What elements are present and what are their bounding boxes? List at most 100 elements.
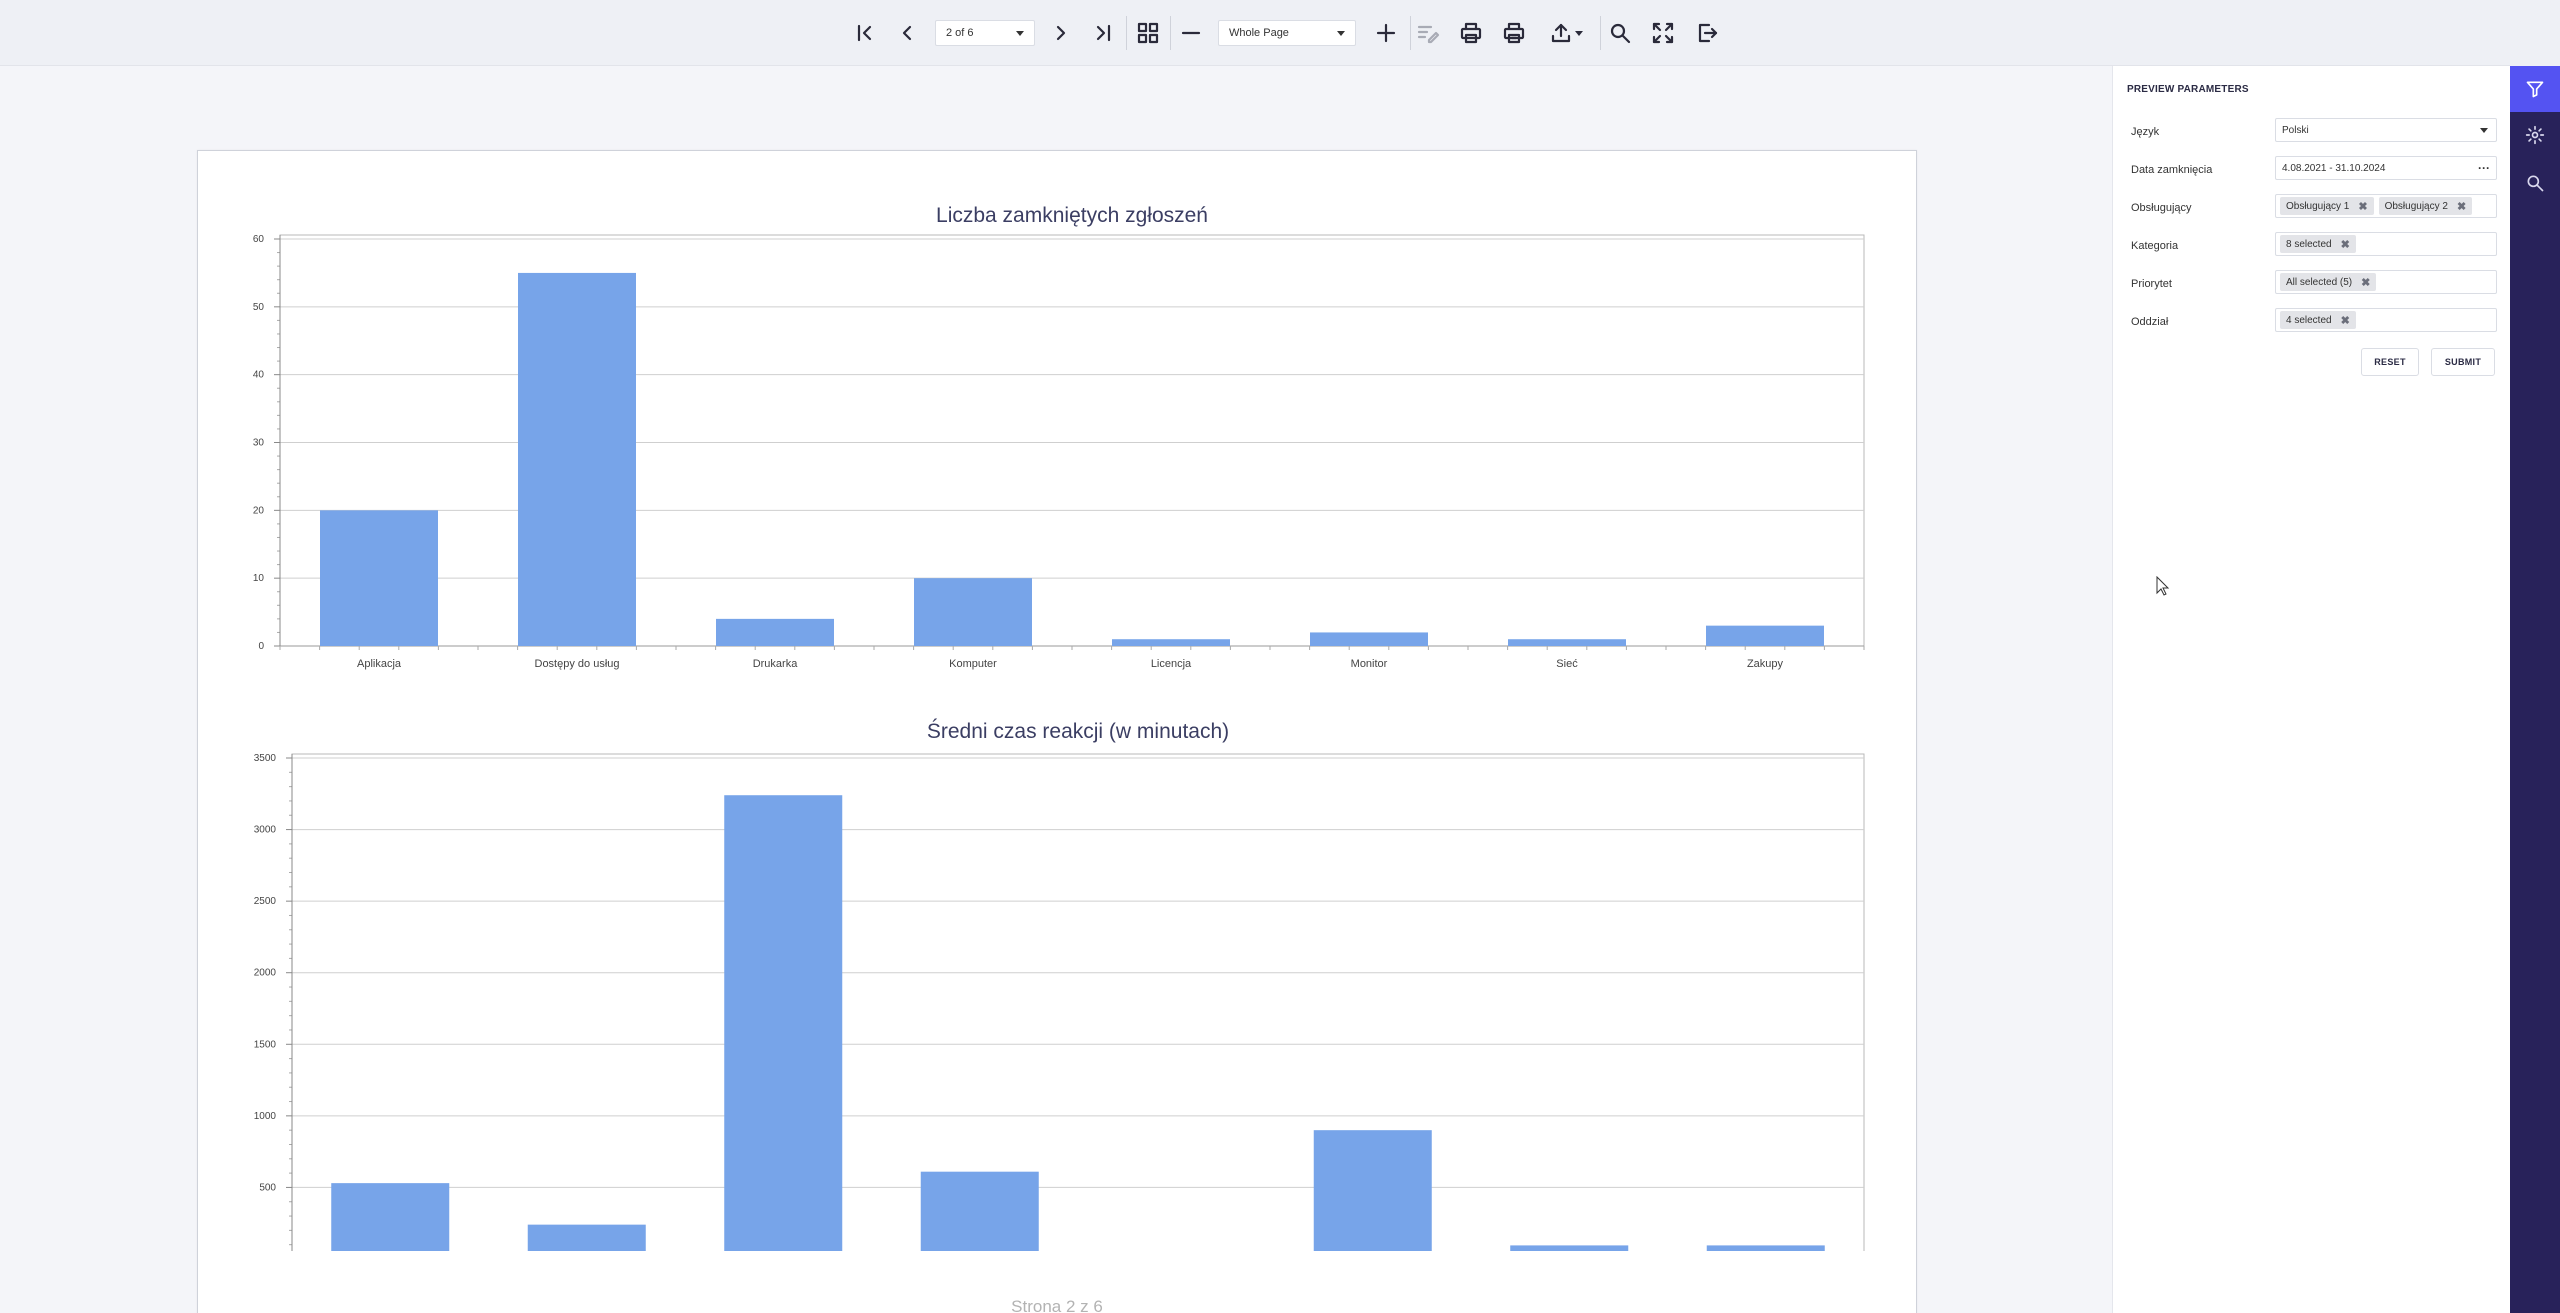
- param-label: Oddział: [2131, 316, 2169, 328]
- remove-tag-icon[interactable]: ✖: [2457, 200, 2466, 213]
- reset-button[interactable]: RESET: [2361, 348, 2419, 376]
- zoom-out-button[interactable]: [1174, 16, 1208, 50]
- first-page-button[interactable]: [848, 16, 882, 50]
- bar: [914, 578, 1032, 646]
- param-language: Język Polski: [2113, 118, 2511, 146]
- previous-page-button[interactable]: [890, 16, 924, 50]
- param-label: Obsługujący: [2131, 202, 2192, 214]
- multipage-button[interactable]: [1131, 16, 1165, 50]
- tag: 8 selected ✖: [2280, 235, 2356, 253]
- chevron-down-icon: [1016, 30, 1024, 36]
- remove-tag-icon[interactable]: ✖: [2361, 276, 2370, 289]
- next-page-button[interactable]: [1044, 16, 1078, 50]
- search-button[interactable]: [1603, 16, 1637, 50]
- fullscreen-icon: [1652, 22, 1674, 44]
- tag-label: 4 selected: [2286, 314, 2332, 326]
- more-icon[interactable]: ···: [2478, 161, 2490, 175]
- y-tick-label: 1500: [254, 1039, 277, 1050]
- side-rail: [2510, 66, 2560, 1313]
- bar: [1310, 632, 1428, 646]
- plus-icon: [1376, 23, 1396, 43]
- bar: [1112, 639, 1230, 646]
- minus-icon: [1181, 31, 1201, 35]
- tag-label: 8 selected: [2286, 238, 2332, 250]
- y-tick-label: 30: [253, 438, 265, 449]
- parameters-tab[interactable]: [2510, 66, 2560, 112]
- plot-frame: [279, 234, 1865, 647]
- viewer-toolbar: 2 of 6 Whole Page: [0, 0, 2510, 66]
- properties-tab[interactable]: [2510, 112, 2560, 158]
- chart-title: Średni czas reakcji (w minutach): [927, 719, 1229, 743]
- y-tick-label: 2500: [254, 896, 277, 907]
- chevron-down-icon: [1575, 31, 1583, 36]
- x-category-label: Licencja: [1151, 658, 1192, 670]
- bar: [920, 1171, 1039, 1251]
- last-page-button[interactable]: [1086, 16, 1120, 50]
- y-tick-label: 10: [253, 573, 265, 584]
- bar: [518, 272, 636, 646]
- bar: [1508, 639, 1626, 646]
- priority-tagbox[interactable]: All selected (5) ✖: [2275, 270, 2497, 294]
- branch-tagbox[interactable]: 4 selected ✖: [2275, 308, 2497, 332]
- editing-fields-button[interactable]: [1411, 16, 1445, 50]
- y-tick-label: 20: [253, 505, 265, 516]
- bar: [1706, 625, 1824, 646]
- printer-icon: [1460, 22, 1482, 44]
- bar: [320, 510, 438, 646]
- closed-tickets-chart: Liczba zamkniętych zgłoszeń 0 10 20 30 40 50 60…: [253, 204, 1865, 670]
- param-close-date: Data zamknięcia 4.08.2021 - 31.10.2024 ·…: [2113, 156, 2511, 184]
- y-tick-label: 3000: [254, 825, 277, 836]
- document-viewport[interactable]: Liczba zamkniętych zgłoszeń 0 10 20 30 40 50 60…: [0, 66, 2112, 1313]
- language-select[interactable]: Polski: [2275, 118, 2497, 142]
- category-tagbox[interactable]: 8 selected ✖: [2275, 232, 2497, 256]
- page-select[interactable]: 2 of 6: [935, 20, 1035, 46]
- x-category-label: Zakupy: [1747, 658, 1784, 670]
- zoom-select-value: Whole Page: [1229, 27, 1289, 39]
- param-branch: Oddział 4 selected ✖: [2113, 308, 2511, 336]
- toolbar-divider: [1170, 16, 1171, 50]
- close-date-field[interactable]: 4.08.2021 - 31.10.2024 ···: [2275, 156, 2497, 180]
- upload-icon: [1551, 23, 1571, 43]
- param-category: Kategoria 8 selected ✖: [2113, 232, 2511, 260]
- remove-tag-icon[interactable]: ✖: [2341, 238, 2350, 251]
- chevron-left-icon: [902, 25, 912, 41]
- search-icon: [2527, 175, 2544, 192]
- remove-tag-icon[interactable]: ✖: [2358, 200, 2367, 213]
- exit-button[interactable]: [1690, 16, 1724, 50]
- fullscreen-button[interactable]: [1646, 16, 1680, 50]
- param-label: Priorytet: [2131, 278, 2172, 290]
- print-button[interactable]: [1454, 16, 1488, 50]
- zoom-select[interactable]: Whole Page: [1218, 20, 1356, 46]
- search-tab[interactable]: [2510, 160, 2560, 206]
- y-tick-label: 40: [253, 370, 265, 381]
- print-page-icon: [1503, 22, 1525, 44]
- x-category-label: Aplikacja: [357, 658, 402, 670]
- tag: Obsługujący 1 ✖: [2280, 197, 2374, 215]
- preview-parameters-panel: PREVIEW PARAMETERS Język Polski Data zam…: [2112, 66, 2510, 1313]
- tag-label: Obsługujący 1: [2286, 200, 2350, 212]
- handlers-tagbox[interactable]: Obsługujący 1 ✖ Obsługujący 2 ✖: [2275, 194, 2497, 218]
- zoom-in-button[interactable]: [1369, 16, 1403, 50]
- tag: 4 selected ✖: [2280, 311, 2356, 329]
- x-category-label: Dostępy do usług: [535, 658, 620, 670]
- filter-icon: [2526, 81, 2544, 98]
- page-footer: Strona 2 z 6: [1011, 1297, 1103, 1313]
- search-icon: [1610, 23, 1631, 44]
- bar: [1510, 1245, 1629, 1251]
- param-label: Język: [2131, 126, 2160, 138]
- print-page-button[interactable]: [1497, 16, 1531, 50]
- toolbar-divider: [1600, 16, 1601, 50]
- chevron-down-icon: [2480, 128, 2488, 133]
- language-value: Polski: [2282, 124, 2309, 136]
- y-tick-label: 1000: [254, 1111, 277, 1122]
- export-button[interactable]: [1544, 16, 1578, 50]
- param-handlers: Obsługujący Obsługujący 1 ✖ Obsługujący 2…: [2113, 194, 2511, 222]
- edit-fields-icon: [1417, 25, 1440, 44]
- bar: [1706, 1245, 1825, 1251]
- report-page: Liczba zamkniętych zgłoszeń 0 10 20 30 40 50 60…: [197, 150, 1917, 1313]
- submit-button[interactable]: SUBMIT: [2431, 348, 2495, 376]
- panel-title: PREVIEW PARAMETERS: [2127, 84, 2249, 95]
- remove-tag-icon[interactable]: ✖: [2341, 314, 2350, 327]
- x-category-label: Sieć: [1556, 658, 1578, 670]
- x-category-label: Komputer: [949, 658, 997, 670]
